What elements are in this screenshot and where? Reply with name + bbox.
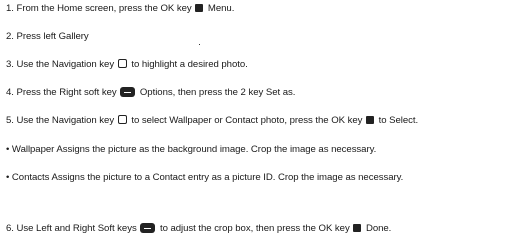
step-3-text-a: 3. Use the Navigation key (6, 59, 115, 70)
step-1-text-a: 1. From the Home screen, press the OK ke… (6, 3, 192, 14)
step-3: 3. Use the Navigation key to highlight a… (6, 58, 248, 71)
step-1: 1. From the Home screen, press the OK ke… (6, 2, 234, 15)
step-6: 6. Use Left and Right Soft keys to adjus… (6, 222, 391, 235)
step-6-text-b: to adjust the crop box, then press the O… (159, 223, 350, 234)
navigation-key-icon (117, 115, 127, 124)
stray-mark (199, 44, 200, 45)
soft-key-icon (120, 87, 136, 97)
bullet-contacts: • Contacts Assigns the picture to a Cont… (6, 171, 403, 184)
step-5: 5. Use the Navigation key to select Wall… (6, 114, 418, 127)
soft-key-icon (140, 223, 156, 233)
step-4: 4. Press the Right soft key Options, the… (6, 86, 295, 99)
step-2-text: 2. Press left Gallery (6, 31, 89, 42)
ok-key-icon (353, 224, 362, 232)
step-4-text-a: 4. Press the Right soft key (6, 87, 117, 98)
bullet-wallpaper-text: • Wallpaper Assigns the picture as the b… (6, 144, 377, 155)
step-5-text-c: to Select. (378, 115, 419, 126)
step-3-text-b: to highlight a desired photo. (131, 59, 248, 70)
step-2: 2. Press left Gallery (6, 30, 89, 43)
step-6-text-c: Done. (365, 223, 392, 234)
step-1-text-b: Menu. (207, 3, 235, 14)
ok-key-icon (366, 116, 374, 124)
step-5-text-a: 5. Use the Navigation key (6, 115, 115, 126)
step-6-text-a: 6. Use Left and Right Soft keys (6, 223, 137, 234)
bullet-contacts-text: • Contacts Assigns the picture to a Cont… (6, 172, 404, 183)
step-4-text-b: Options, then press the 2 key Set as. (139, 87, 296, 98)
ok-key-icon (195, 4, 204, 12)
step-5-text-b: to select Wallpaper or Contact photo, pr… (131, 115, 363, 126)
bullet-wallpaper: • Wallpaper Assigns the picture as the b… (6, 143, 376, 156)
navigation-key-icon (117, 59, 127, 68)
